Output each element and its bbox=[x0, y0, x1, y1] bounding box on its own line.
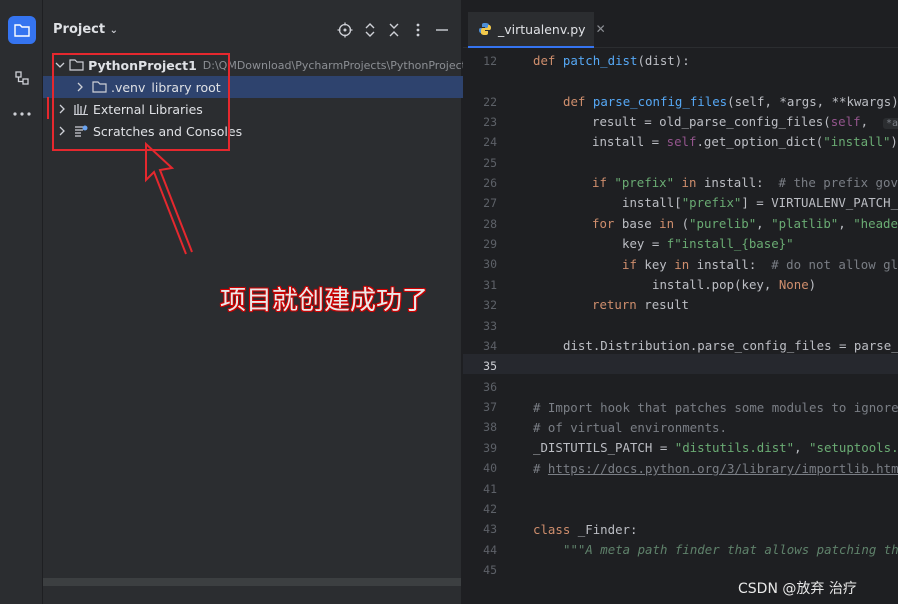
code-line: return result bbox=[592, 297, 689, 312]
line-number: 31 bbox=[483, 278, 497, 292]
target-icon[interactable] bbox=[335, 20, 355, 40]
code-line: if "prefix" in install: # the prefix gov… bbox=[592, 175, 898, 190]
code-line: def patch_dist(dist): bbox=[533, 53, 690, 68]
horizontal-scrollbar[interactable] bbox=[43, 578, 461, 586]
more-icon[interactable] bbox=[8, 100, 36, 128]
line-number: 25 bbox=[483, 156, 497, 170]
collapse-icon[interactable] bbox=[384, 20, 404, 40]
structure-icon[interactable] bbox=[8, 64, 36, 92]
project-path: D:\QMDownload\PycharmProjects\PythonProj… bbox=[202, 58, 473, 72]
code-line: # https://docs.python.org/3/library/impo… bbox=[533, 461, 898, 476]
code-line: key = f"install_{base}" bbox=[622, 236, 794, 251]
code-line: if key in install: # do not allow gl bbox=[622, 257, 898, 272]
code-editor[interactable]: _virtualenv.py ✕ 12 22 23 24 25 26 27 28… bbox=[463, 0, 898, 604]
annotation-caption: 项目就创建成功了 bbox=[220, 286, 429, 316]
line-number: 37 bbox=[483, 400, 497, 414]
line-number: 44 bbox=[483, 543, 497, 557]
code-line: """A meta path finder that allows patchi… bbox=[563, 542, 898, 557]
line-number: 29 bbox=[483, 237, 497, 251]
panel-header: Project ⌄ bbox=[43, 14, 461, 46]
bottom-panel-strip bbox=[43, 590, 461, 604]
line-number: 30 bbox=[483, 257, 497, 271]
editor-tab-bar: _virtualenv.py ✕ bbox=[463, 12, 898, 48]
line-number: 40 bbox=[483, 461, 497, 475]
line-number: 28 bbox=[483, 217, 497, 231]
line-number: 33 bbox=[483, 319, 497, 333]
annotation-arrow-icon bbox=[145, 141, 193, 255]
line-number: 12 bbox=[483, 54, 497, 68]
tool-window-bar bbox=[0, 0, 43, 604]
line-number: 42 bbox=[483, 502, 497, 516]
line-number-gutter: 12 22 23 24 25 26 27 28 29 30 31 32 33 3… bbox=[463, 47, 503, 604]
code-line: install.pop(key, None) bbox=[652, 277, 817, 292]
line-number: 41 bbox=[483, 482, 497, 496]
line-number: 22 bbox=[483, 95, 497, 109]
code-line: _DISTUTILS_PATCH = "distutils.dist", "se… bbox=[533, 440, 898, 455]
line-number: 34 bbox=[483, 339, 497, 353]
line-number: 39 bbox=[483, 441, 497, 455]
code-line: install["prefix"] = VIRTUALENV_PATCH_F bbox=[622, 195, 898, 210]
editor-tab[interactable]: _virtualenv.py ✕ bbox=[468, 12, 606, 48]
docs-link[interactable]: https://docs.python.org/3/library/import… bbox=[548, 461, 898, 476]
line-number: 43 bbox=[483, 522, 497, 536]
line-number: 45 bbox=[483, 563, 497, 577]
line-number: 35 bbox=[483, 359, 497, 373]
line-number: 38 bbox=[483, 420, 497, 434]
code-line: result = old_parse_config_files(self, *a… bbox=[592, 114, 898, 129]
close-icon[interactable]: ✕ bbox=[596, 22, 606, 36]
code-line: install = self.get_option_dict("install"… bbox=[592, 134, 898, 149]
code-line: for base in ("purelib", "platlib", "head… bbox=[592, 216, 898, 231]
code-line: class _Finder: bbox=[533, 522, 638, 537]
code-line: dist.Distribution.parse_config_files = p… bbox=[563, 338, 898, 353]
line-number: 32 bbox=[483, 298, 497, 312]
kebab-icon[interactable] bbox=[408, 20, 428, 40]
panel-title[interactable]: Project ⌄ bbox=[53, 22, 118, 37]
line-number: 23 bbox=[483, 115, 497, 129]
line-number: 27 bbox=[483, 196, 497, 210]
annotation-highlight-box bbox=[52, 53, 230, 151]
current-line-highlight bbox=[463, 354, 898, 374]
tab-label: _virtualenv.py bbox=[498, 21, 586, 37]
code-line: # of virtual environments. bbox=[533, 420, 727, 435]
line-number: 26 bbox=[483, 176, 497, 190]
line-number: 24 bbox=[483, 135, 497, 149]
line-number: 36 bbox=[483, 380, 497, 394]
annotation-mark bbox=[47, 97, 49, 119]
code-line: # Import hook that patches some modules … bbox=[533, 400, 898, 415]
watermark: CSDN @放弃 治疗 bbox=[738, 581, 857, 597]
code-line: def parse_config_files(self, *args, **kw… bbox=[563, 94, 898, 109]
project-icon[interactable] bbox=[8, 16, 36, 44]
python-file-icon bbox=[478, 22, 492, 36]
minimize-icon[interactable] bbox=[432, 20, 452, 40]
expand-icon[interactable] bbox=[360, 20, 380, 40]
